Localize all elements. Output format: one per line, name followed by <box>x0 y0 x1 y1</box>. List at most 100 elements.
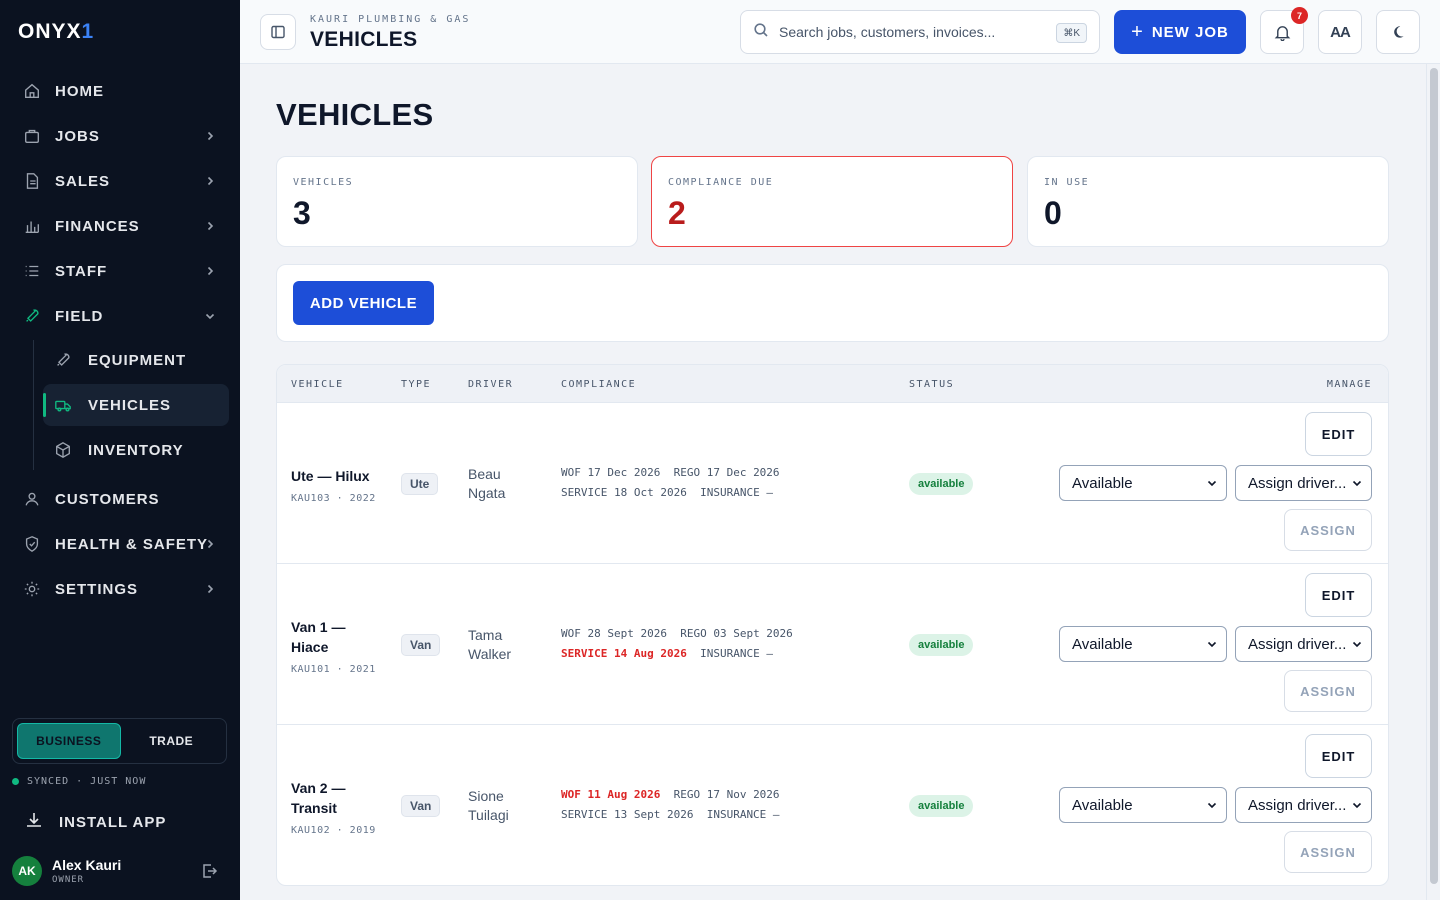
edit-vehicle-button[interactable]: EDIT <box>1305 412 1372 456</box>
table-header: VEHICLE TYPE DRIVER COMPLIANCE STATUS MA… <box>277 365 1388 403</box>
sidebar: ONYX1 HOME JOBS SALES FINANCES STAFF FIELD CUS… <box>0 0 240 900</box>
chevron-right-icon <box>204 537 216 555</box>
vehicle-name-line: Transit <box>291 800 337 816</box>
assign-driver-select[interactable]: Assign driver... <box>1235 626 1372 662</box>
vehicle-status-select[interactable]: Available <box>1059 465 1227 501</box>
column-header-compliance: COMPLIANCE <box>561 379 637 390</box>
stat-value: 3 <box>293 195 311 231</box>
install-app-label: INSTALL APP <box>59 813 167 831</box>
scrollbar-thumb[interactable] <box>1430 68 1438 884</box>
install-app-button[interactable]: INSTALL APP <box>12 805 228 839</box>
moon-icon <box>1394 26 1404 38</box>
stat-label: VEHICLES <box>293 177 354 188</box>
sidebar-item-settings[interactable]: SETTINGS <box>12 569 228 609</box>
sidebar-item-staff[interactable]: STAFF <box>12 251 228 291</box>
compliance-item: REGO 03 Sept 2026 <box>680 627 793 640</box>
vehicle-name[interactable]: Van 2 — Transit <box>291 778 381 818</box>
chevron-right-icon <box>204 219 216 237</box>
driver-name-line: Beau <box>468 466 501 482</box>
mode-trade-option[interactable]: TRADE <box>121 723 223 759</box>
user-role: OWNER <box>52 875 85 885</box>
compliance-item-due: SERVICE 14 Aug 2026 <box>561 647 687 660</box>
assign-driver-select[interactable]: Assign driver... <box>1235 787 1372 823</box>
compliance-item: INSURANCE — <box>700 486 773 499</box>
add-vehicle-button[interactable]: ADD VEHICLE <box>293 281 434 325</box>
sidebar-item-health-safety[interactable]: HEALTH & SAFETY <box>12 524 228 564</box>
page-scrollbar[interactable] <box>1426 64 1440 900</box>
avatar[interactable]: AK <box>12 856 42 886</box>
compliance-item: WOF 28 Sept 2026 <box>561 627 667 640</box>
vehicle-type-chip: Van <box>401 634 441 656</box>
text-size-button[interactable]: AA <box>1318 10 1362 54</box>
column-header-status: STATUS <box>909 379 955 390</box>
compliance-info: WOF 28 Sept 2026 REGO 03 Sept 2026 SERVIC… <box>561 624 793 664</box>
vehicle-name-line: Van 2 — <box>291 780 346 796</box>
box-icon <box>53 440 73 460</box>
logout-icon[interactable] <box>200 862 218 885</box>
shield-icon <box>22 534 42 554</box>
new-job-button[interactable]: + NEW JOB <box>1114 10 1246 54</box>
status-select-value: Available <box>1072 474 1133 492</box>
sidebar-subitem-label: EQUIPMENT <box>88 351 187 369</box>
truck-icon <box>53 395 73 415</box>
edit-vehicle-button[interactable]: EDIT <box>1305 734 1372 778</box>
status-badge: available <box>909 795 974 817</box>
vehicle-plate-year: KAU102 · 2019 <box>291 825 376 836</box>
stat-label: COMPLIANCE DUE <box>668 177 774 188</box>
bell-icon <box>1274 25 1290 41</box>
compliance-item: REGO 17 Nov 2026 <box>673 788 780 801</box>
search-placeholder: Search jobs, customers, invoices... <box>779 24 996 40</box>
table-row: Van 1 — Hiace KAU101 · 2021 Van Tama Walker WO… <box>277 564 1388 725</box>
sidebar-item-label: FIELD <box>55 307 104 325</box>
user-profile: AK Alex Kauri OWNER <box>12 854 228 888</box>
new-job-label: NEW JOB <box>1151 23 1229 41</box>
app-logo[interactable]: ONYX1 <box>18 20 94 44</box>
list-icon <box>22 261 42 281</box>
submenu-rail <box>33 340 34 470</box>
vehicle-status-select[interactable]: Available <box>1059 787 1227 823</box>
column-header-driver: DRIVER <box>468 379 514 390</box>
vehicle-type-chip: Van <box>401 795 441 817</box>
briefcase-icon <box>22 126 42 146</box>
compliance-info: WOF 11 Aug 2026 REGO 17 Nov 2026 SERVICE … <box>561 785 780 825</box>
user-icon <box>22 489 42 509</box>
plus-icon: + <box>1131 20 1144 43</box>
sidebar-subitem-equipment[interactable]: EQUIPMENT <box>43 339 229 381</box>
main-content: VEHICLES VEHICLES 3 COMPLIANCE DUE 2 IN … <box>240 64 1426 900</box>
sidebar-item-home[interactable]: HOME <box>12 71 228 111</box>
status-badge: available <box>909 634 974 656</box>
sidebar-item-sales[interactable]: SALES <box>12 161 228 201</box>
vehicle-status-select[interactable]: Available <box>1059 626 1227 662</box>
org-name: KAURI PLUMBING & GAS <box>310 14 471 25</box>
driver-select-value: Assign driver... <box>1248 474 1347 492</box>
status-select-value: Available <box>1072 796 1133 814</box>
stat-card-in-use: IN USE 0 <box>1027 156 1389 247</box>
sidebar-subitem-inventory[interactable]: INVENTORY <box>43 429 229 471</box>
document-icon <box>22 171 42 191</box>
vehicle-plate-year: KAU103 · 2022 <box>291 493 376 504</box>
sidebar-item-field[interactable]: FIELD <box>12 296 228 336</box>
edit-vehicle-button[interactable]: EDIT <box>1305 573 1372 617</box>
sidebar-item-finances[interactable]: FINANCES <box>12 206 228 246</box>
search-input[interactable]: Search jobs, customers, invoices... ⌘K <box>740 10 1100 54</box>
assign-driver-select[interactable]: Assign driver... <box>1235 465 1372 501</box>
assign-button[interactable]: ASSIGN <box>1284 831 1372 873</box>
stat-value: 2 <box>668 195 686 231</box>
vehicle-name[interactable]: Ute — Hilux <box>291 466 381 486</box>
notifications-button[interactable]: 7 <box>1260 7 1308 54</box>
sidebar-item-customers[interactable]: CUSTOMERS <box>12 479 228 519</box>
compliance-item: INSURANCE — <box>706 808 780 821</box>
assign-button[interactable]: ASSIGN <box>1284 509 1372 551</box>
sidebar-subitem-vehicles[interactable]: VEHICLES <box>43 384 229 426</box>
search-icon <box>753 22 769 43</box>
chevron-down-icon <box>1206 637 1218 654</box>
column-header-manage: MANAGE <box>1326 379 1372 390</box>
sidebar-toggle-button[interactable] <box>260 14 296 50</box>
vehicle-name[interactable]: Van 1 — Hiace <box>291 617 381 657</box>
mode-business-option[interactable]: BUSINESS <box>17 723 121 759</box>
table-row: Ute — Hilux KAU103 · 2022 Ute Beau Ngata WOF … <box>277 403 1388 564</box>
sidebar-item-jobs[interactable]: JOBS <box>12 116 228 156</box>
assign-button[interactable]: ASSIGN <box>1284 670 1372 712</box>
driver-select-value: Assign driver... <box>1248 796 1347 814</box>
theme-toggle-button[interactable] <box>1376 10 1420 54</box>
